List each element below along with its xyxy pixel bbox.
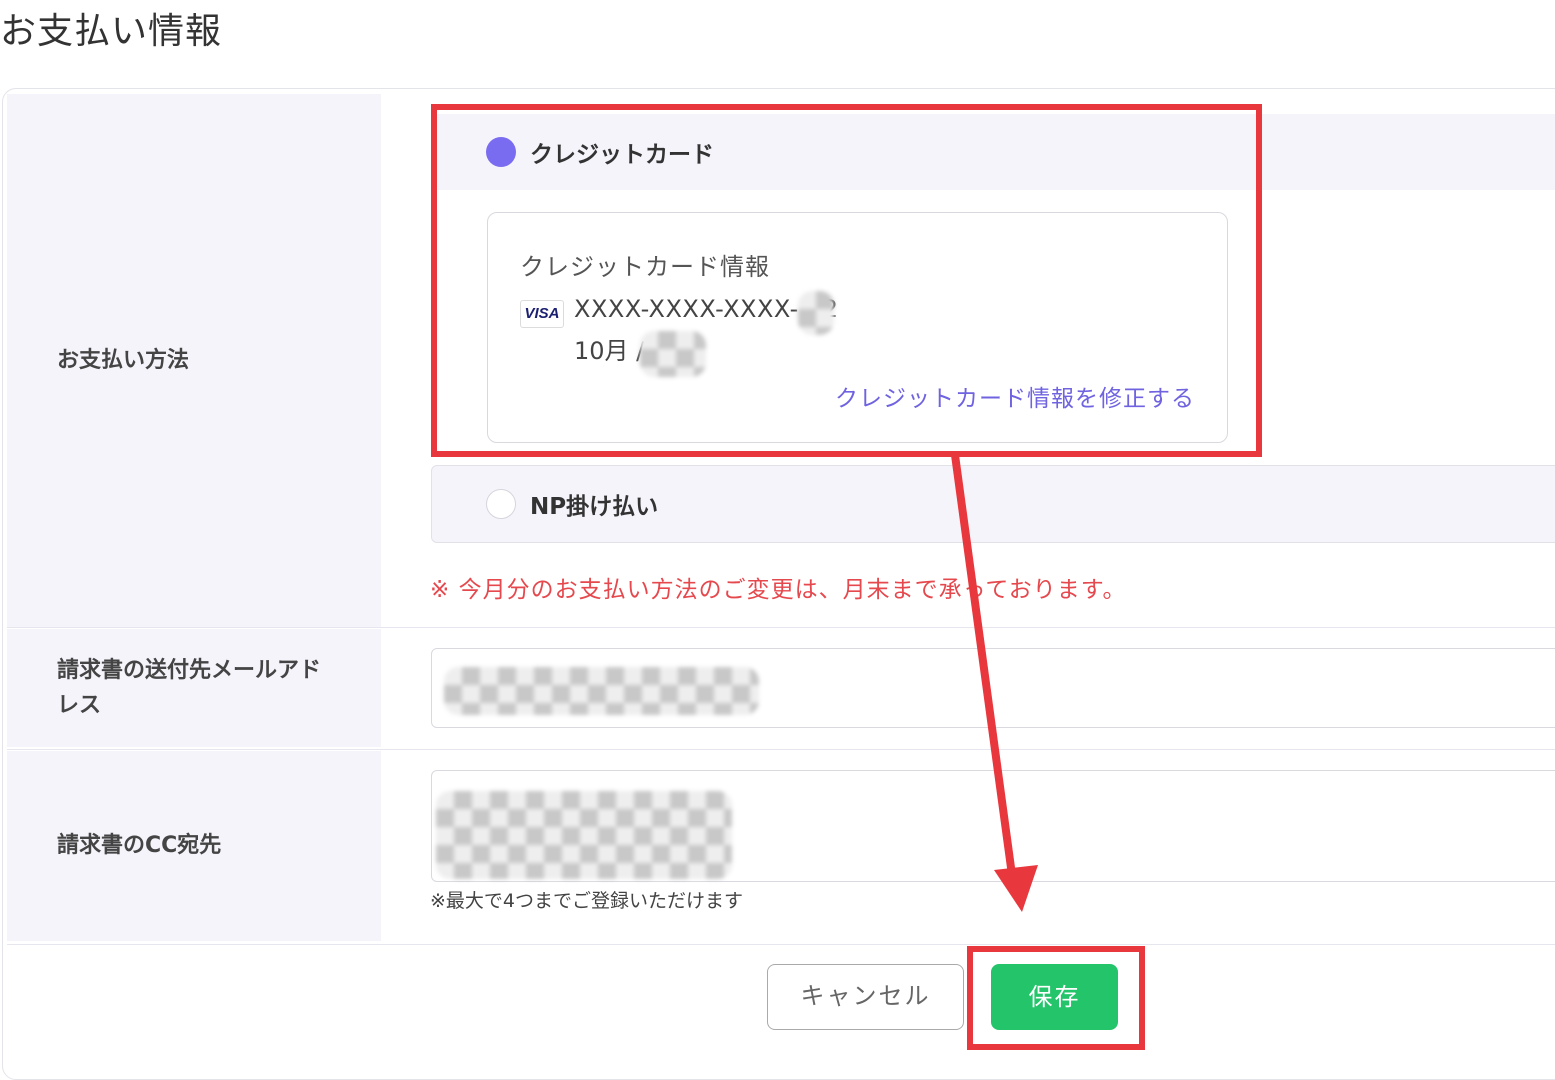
redacted-cc-emails	[436, 791, 732, 879]
invoice-email-label: 請求書の送付先メールアドレス	[7, 629, 381, 747]
radio-selected-icon[interactable]	[486, 137, 516, 167]
save-button[interactable]: 保存	[991, 964, 1118, 1030]
credit-card-info-heading: クレジットカード情報	[520, 253, 770, 281]
divider	[7, 749, 1555, 750]
payment-method-label: お支払い方法	[7, 94, 381, 628]
invoice-email-input[interactable]	[431, 648, 1555, 728]
divider	[7, 944, 1555, 945]
redacted-expiry-year	[640, 331, 706, 377]
redacted-card-digits	[798, 291, 834, 335]
option-label: NP掛け払い	[530, 494, 659, 520]
payment-option-credit-card[interactable]: クレジットカード	[434, 114, 1555, 190]
visa-icon: VISA	[520, 300, 564, 328]
invoice-cc-label: 請求書のCC宛先	[7, 751, 381, 941]
cc-limit-hint: ※最大で4つまでご登録いただけます	[430, 890, 744, 912]
divider	[7, 627, 1555, 628]
payment-option-np[interactable]: NP掛け払い	[431, 465, 1555, 543]
radio-unselected-icon[interactable]	[486, 489, 516, 519]
payment-change-notice: ※ 今月分のお支払い方法のご変更は、月末まで承っております。	[430, 577, 1127, 603]
option-label: クレジットカード	[530, 142, 714, 168]
cancel-button[interactable]: キャンセル	[767, 964, 964, 1030]
redacted-email	[444, 667, 759, 715]
card-expiry: 10月 /	[574, 337, 645, 365]
edit-credit-card-link[interactable]: クレジットカード情報を修正する	[835, 379, 1195, 413]
invoice-cc-input[interactable]	[431, 770, 1555, 882]
page-title: お支払い情報	[0, 11, 223, 52]
credit-card-info-card: クレジットカード情報 VISA XXXX-XXXX-XXXX- 42 10月 /…	[487, 212, 1228, 443]
